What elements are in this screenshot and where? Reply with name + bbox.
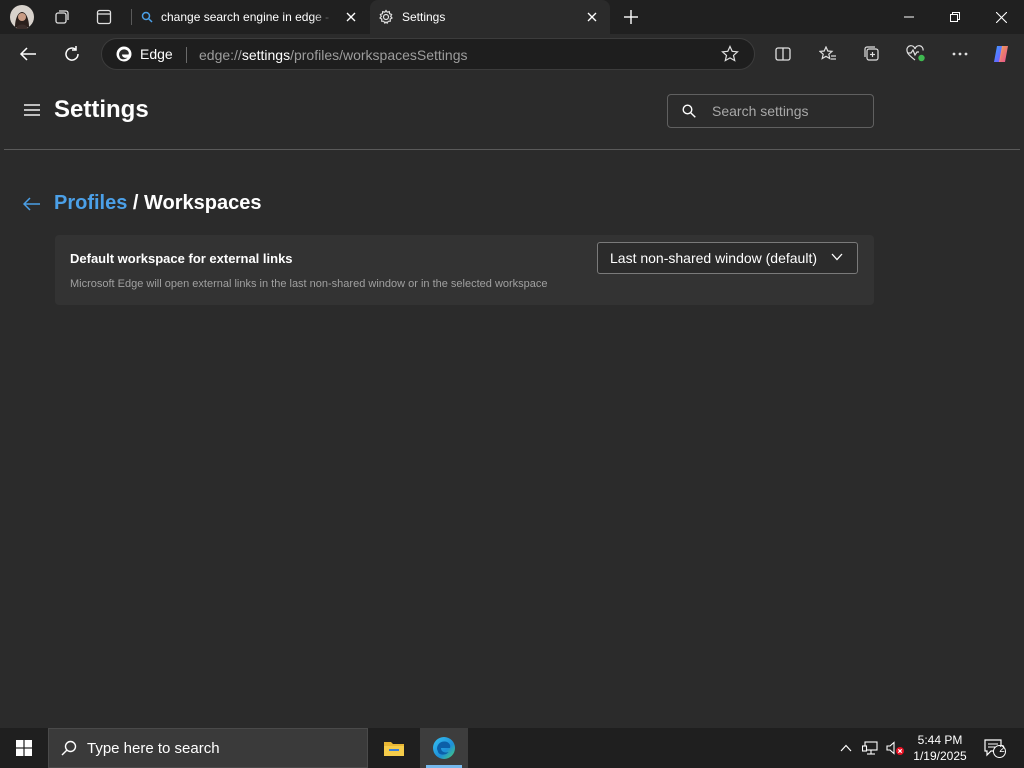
close-icon[interactable]: [343, 9, 359, 25]
close-icon: [995, 11, 1007, 23]
site-label: Edge: [140, 46, 173, 62]
new-tab-button[interactable]: [619, 5, 643, 29]
gear-icon: [378, 9, 394, 25]
settings-page: Settings Profiles / Workspaces Default w…: [4, 74, 1020, 728]
taskbar-search-box[interactable]: Type here to search: [48, 728, 368, 768]
tab-settings[interactable]: Settings: [370, 0, 610, 34]
site-info-button[interactable]: Edge: [116, 46, 173, 62]
avatar-icon: [10, 5, 34, 29]
network-icon[interactable]: [861, 738, 881, 758]
refresh-icon: [65, 46, 79, 61]
notification-count: 2: [999, 744, 1005, 755]
search-icon: [61, 740, 77, 756]
header-divider: [4, 149, 1020, 150]
url-path: /profiles/workspacesSettings: [290, 47, 468, 63]
copilot-icon: [994, 46, 1008, 62]
show-hidden-icons-button[interactable]: [836, 738, 856, 758]
favorites-button[interactable]: [813, 40, 843, 68]
tab-title: change search engine in edge - Search: [161, 10, 333, 24]
split-screen-icon: [775, 47, 791, 61]
dropdown-value: Last non-shared window (default): [610, 250, 818, 266]
minimize-button[interactable]: [886, 0, 932, 34]
search-settings-field[interactable]: [667, 94, 874, 128]
collections-button[interactable]: [857, 40, 887, 68]
file-explorer-button[interactable]: [370, 728, 418, 768]
breadcrumb-current: Workspaces: [144, 192, 262, 214]
workspace-dropdown[interactable]: Last non-shared window (default): [597, 242, 858, 274]
setting-title: Default workspace for external links: [70, 251, 293, 266]
url-host: settings: [241, 47, 291, 63]
arrow-left-icon: [23, 197, 40, 211]
volume-muted-icon[interactable]: [886, 738, 906, 758]
restore-button[interactable]: [932, 0, 978, 34]
chevron-up-icon: [840, 744, 852, 752]
page-title: Settings: [54, 96, 149, 123]
setting-description: Microsoft Edge will open external links …: [70, 278, 548, 290]
tab-actions-icon[interactable]: [92, 5, 116, 29]
address-separator: [186, 47, 187, 63]
edge-logo-icon: [433, 737, 455, 759]
arrow-left-icon: [19, 47, 36, 61]
breadcrumb: Profiles / Workspaces: [54, 192, 262, 215]
browser-toolbar: Edge edge://settings/profiles/workspaces…: [0, 34, 1024, 74]
workspace-setting-card: Default workspace for external links Mic…: [55, 235, 874, 305]
address-bar[interactable]: Edge edge://settings/profiles/workspaces…: [101, 38, 755, 70]
start-button[interactable]: [0, 728, 48, 768]
breadcrumb-back-button[interactable]: [21, 194, 43, 214]
collections-icon: [864, 46, 879, 61]
tab-strip: change search engine in edge - Search Se…: [0, 0, 1024, 34]
windows-logo-icon: [16, 740, 32, 756]
restore-icon: [950, 12, 960, 22]
search-settings-input[interactable]: [712, 101, 862, 121]
minimize-icon: [904, 16, 914, 18]
profile-avatar[interactable]: [10, 5, 34, 29]
copilot-button[interactable]: [987, 40, 1017, 68]
breadcrumb-profiles-link[interactable]: Profiles: [54, 192, 127, 214]
more-icon: [952, 52, 968, 56]
clock-time: 5:44 PM: [917, 733, 963, 747]
more-options-button[interactable]: [945, 40, 975, 68]
favorites-icon: [819, 46, 836, 60]
hamburger-icon: [24, 104, 40, 116]
folder-icon: [384, 742, 404, 756]
close-icon[interactable]: [584, 9, 600, 25]
browser-essentials-button[interactable]: [901, 40, 931, 68]
favorite-star-icon[interactable]: [721, 45, 739, 63]
workspaces-icon[interactable]: [50, 5, 74, 29]
chevron-down-icon: [831, 253, 843, 261]
taskbar-clock[interactable]: 5:44 PM 1/19/2025: [904, 732, 976, 764]
search-icon: [141, 11, 153, 23]
tab-title: Settings: [402, 10, 446, 24]
refresh-button[interactable]: [57, 40, 87, 68]
breadcrumb-separator: /: [127, 192, 145, 214]
edge-taskbar-button[interactable]: [420, 728, 468, 768]
clock-date: 1/19/2025: [913, 749, 967, 763]
url-text[interactable]: edge://settings/profiles/workspacesSetti…: [199, 47, 468, 63]
tab-search[interactable]: change search engine in edge - Search: [133, 0, 369, 34]
url-scheme: edge://: [199, 47, 242, 63]
taskbar-search-placeholder: Type here to search: [87, 739, 220, 757]
split-screen-button[interactable]: [768, 40, 798, 68]
tab-separator: [131, 9, 132, 25]
settings-menu-button[interactable]: [22, 100, 42, 120]
heart-pulse-icon: [906, 45, 925, 62]
back-button[interactable]: [13, 40, 43, 68]
notifications-button[interactable]: 2: [983, 738, 1007, 758]
close-window-button[interactable]: [978, 0, 1024, 34]
taskbar: Type here to search 5:44 PM 1/19/2025 2: [0, 728, 1024, 768]
plus-icon: [624, 10, 638, 24]
edge-logo-icon: [116, 46, 132, 62]
search-icon: [682, 104, 696, 118]
